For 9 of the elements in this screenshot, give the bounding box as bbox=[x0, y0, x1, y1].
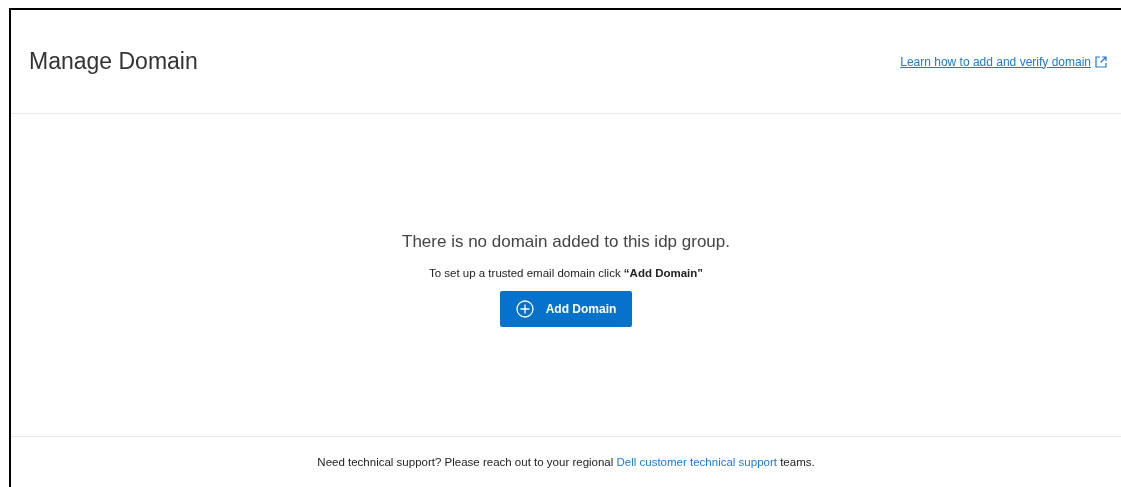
page-title: Manage Domain bbox=[29, 48, 198, 75]
support-link[interactable]: Dell customer technical support bbox=[616, 456, 777, 468]
help-link[interactable]: Learn how to add and verify domain bbox=[900, 54, 1107, 69]
plus-circle-icon bbox=[515, 299, 534, 318]
external-link-icon bbox=[1095, 55, 1107, 68]
support-text: Need technical support? Please reach out to your regional Dell customer technical support teams. bbox=[317, 456, 815, 468]
instruction-text: To set up a trusted email domain click “Add Domain” bbox=[428, 266, 704, 279]
empty-state-heading: There is no domain added to this idp group. bbox=[402, 231, 730, 252]
add-domain-button[interactable]: Add Domain bbox=[499, 290, 633, 327]
